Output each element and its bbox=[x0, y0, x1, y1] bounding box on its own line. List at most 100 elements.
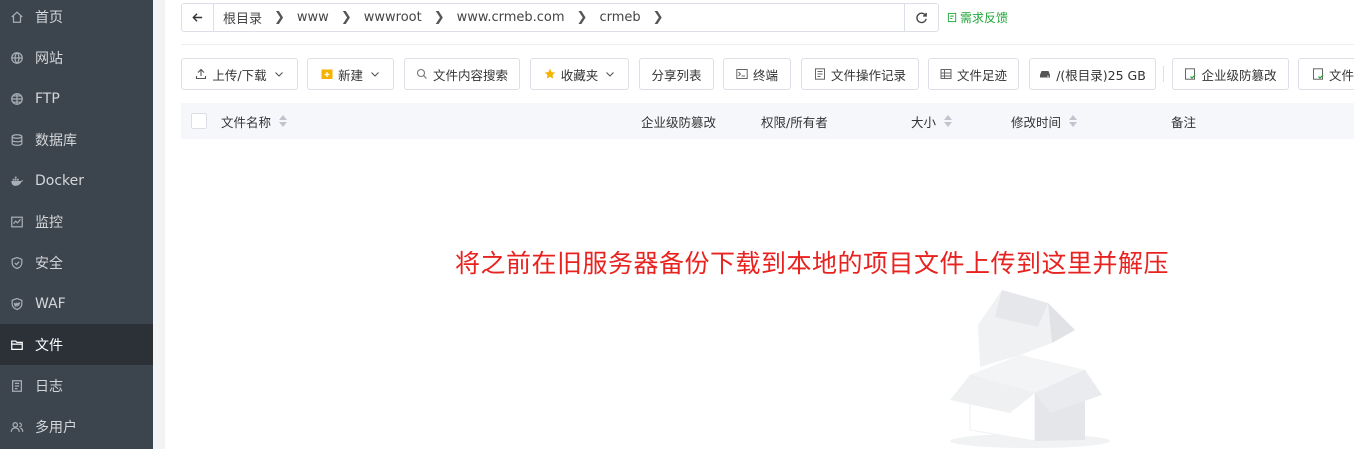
globe-icon bbox=[9, 50, 25, 66]
breadcrumb-label[interactable]: crmeb bbox=[599, 10, 640, 25]
breadcrumb-item[interactable]: 根目录 ❯ bbox=[223, 8, 297, 27]
arrow-left-icon bbox=[192, 13, 203, 22]
column-label[interactable]: 文件名称 bbox=[221, 112, 271, 131]
log-icon bbox=[9, 378, 25, 394]
content-search-label: 文件内容搜索 bbox=[432, 67, 508, 83]
users-icon bbox=[9, 419, 25, 435]
tamper-proof-label: 企业级防篡改 bbox=[1201, 67, 1277, 83]
chevron-right-icon: ❯ bbox=[576, 10, 588, 25]
sidebar: 首页 网站 FTP 数据库 Docker 监控 安全 WAF 文件 日志 多用户 bbox=[0, 0, 153, 449]
content-search-button[interactable]: 文件内容搜索 bbox=[404, 58, 520, 90]
more-files-button[interactable]: 文件 bbox=[1298, 58, 1354, 90]
disk-icon bbox=[1040, 71, 1051, 78]
refresh-icon bbox=[916, 12, 927, 24]
sidebar-item-waf[interactable]: WAF bbox=[0, 283, 153, 324]
sort-icon[interactable] bbox=[944, 115, 953, 127]
monitor-icon bbox=[9, 214, 25, 230]
sidebar-item-label: Docker bbox=[35, 172, 85, 189]
more-files-label: 文件 bbox=[1329, 67, 1354, 83]
file-manager: 根目录 ❯ www ❯ wwwroot ❯ www.crmeb.com ❯ crmeb ❯… bbox=[165, 0, 1354, 449]
share-list-button[interactable]: 分享列表 bbox=[639, 58, 714, 90]
breadcrumb-item[interactable]: crmeb ❯ bbox=[599, 10, 675, 25]
column-label: 备注 bbox=[1171, 114, 1197, 130]
back-button[interactable] bbox=[181, 3, 214, 32]
chevron-right-icon: ❯ bbox=[274, 10, 285, 25]
upload-download-button[interactable]: 上传/下载 bbox=[181, 58, 298, 90]
select-all-checkbox[interactable] bbox=[191, 113, 207, 129]
edit-icon bbox=[947, 12, 957, 23]
waf-icon bbox=[9, 296, 25, 312]
sidebar-item-label: 文件 bbox=[35, 337, 63, 354]
folder-icon bbox=[9, 337, 25, 353]
favorites-label: 收藏夹 bbox=[560, 67, 599, 83]
breadcrumb-label[interactable]: www bbox=[297, 10, 329, 25]
document-icon bbox=[814, 68, 825, 80]
sidebar-item-label: 首页 bbox=[35, 9, 63, 26]
star-icon bbox=[544, 68, 555, 79]
search-icon bbox=[416, 68, 427, 79]
sidebar-item-database[interactable]: 数据库 bbox=[0, 119, 153, 160]
ftp-icon bbox=[9, 91, 25, 107]
sidebar-item-users[interactable]: 多用户 bbox=[0, 406, 153, 447]
sort-icon[interactable] bbox=[1069, 115, 1078, 127]
chevron-down-icon bbox=[606, 72, 615, 77]
new-folder-icon bbox=[321, 69, 333, 79]
upload-icon bbox=[196, 68, 207, 80]
sidebar-gutter bbox=[153, 0, 165, 449]
path-bar: 根目录 ❯ www ❯ wwwroot ❯ www.crmeb.com ❯ crmeb ❯ bbox=[181, 3, 939, 32]
database-icon bbox=[9, 132, 25, 148]
column-label: 企业级防篡改 bbox=[641, 114, 717, 130]
file-icon bbox=[1313, 68, 1324, 80]
column-remark: 备注 bbox=[1171, 103, 1196, 139]
disk-button[interactable]: /(根目录)25 GB bbox=[1029, 58, 1156, 90]
share-list-label: 分享列表 bbox=[651, 67, 702, 83]
breadcrumb-label[interactable]: www.crmeb.com bbox=[457, 10, 565, 25]
sidebar-item-monitor[interactable]: 监控 bbox=[0, 201, 153, 242]
grid-icon bbox=[940, 69, 952, 79]
column-filename[interactable]: 文件名称 bbox=[221, 103, 288, 139]
chevron-right-icon: ❯ bbox=[652, 10, 664, 25]
sidebar-item-website[interactable]: 网站 bbox=[0, 37, 153, 78]
chevron-down-icon bbox=[371, 72, 379, 77]
shield-icon bbox=[9, 255, 25, 271]
footprint-button[interactable]: 文件足迹 bbox=[928, 58, 1019, 90]
favorites-button[interactable]: 收藏夹 bbox=[530, 58, 629, 90]
toolbar-separator bbox=[1163, 66, 1164, 82]
empty-box-icon bbox=[950, 290, 1110, 448]
column-size[interactable]: 大小 bbox=[911, 103, 953, 139]
sidebar-item-label: 数据库 bbox=[35, 132, 77, 149]
breadcrumb-item[interactable]: wwwroot ❯ bbox=[364, 10, 457, 25]
sidebar-item-label: FTP bbox=[35, 90, 60, 107]
docker-icon bbox=[9, 173, 25, 189]
breadcrumb-item[interactable]: www.crmeb.com ❯ bbox=[457, 10, 600, 25]
breadcrumb-item[interactable]: www ❯ bbox=[297, 10, 364, 25]
column-label[interactable]: 大小 bbox=[911, 112, 936, 131]
sidebar-item-logs[interactable]: 日志 bbox=[0, 365, 153, 406]
operation-log-button[interactable]: 文件操作记录 bbox=[801, 58, 919, 90]
breadcrumb-label[interactable]: wwwroot bbox=[364, 10, 422, 25]
breadcrumb-label[interactable]: 根目录 bbox=[223, 8, 262, 27]
terminal-button[interactable]: 终端 bbox=[723, 58, 791, 90]
sidebar-item-home[interactable]: 首页 bbox=[0, 0, 153, 37]
tamper-proof-button[interactable]: 企业级防篡改 bbox=[1172, 58, 1289, 90]
sidebar-item-label: WAF bbox=[35, 295, 66, 312]
footprint-label: 文件足迹 bbox=[956, 67, 1007, 83]
column-modified-time[interactable]: 修改时间 bbox=[1011, 103, 1078, 139]
new-button[interactable]: 新建 bbox=[307, 58, 394, 90]
column-label: 权限/所有者 bbox=[761, 114, 828, 130]
sidebar-item-ftp[interactable]: FTP bbox=[0, 78, 153, 119]
feedback-link[interactable]: 需求反馈 bbox=[947, 9, 1008, 26]
sidebar-item-security[interactable]: 安全 bbox=[0, 242, 153, 283]
divider bbox=[181, 44, 1354, 45]
home-icon bbox=[9, 9, 25, 25]
refresh-button[interactable] bbox=[904, 3, 939, 32]
column-label[interactable]: 修改时间 bbox=[1011, 112, 1061, 131]
breadcrumb[interactable]: 根目录 ❯ www ❯ wwwroot ❯ www.crmeb.com ❯ crmeb ❯ bbox=[214, 3, 904, 32]
chevron-right-icon: ❯ bbox=[433, 10, 445, 25]
sort-icon[interactable] bbox=[279, 115, 288, 127]
feedback-label[interactable]: 需求反馈 bbox=[960, 9, 1008, 26]
sidebar-item-files[interactable]: 文件 bbox=[0, 324, 153, 365]
chevron-right-icon: ❯ bbox=[340, 10, 352, 25]
sidebar-item-docker[interactable]: Docker bbox=[0, 160, 153, 201]
terminal-icon bbox=[736, 69, 748, 79]
